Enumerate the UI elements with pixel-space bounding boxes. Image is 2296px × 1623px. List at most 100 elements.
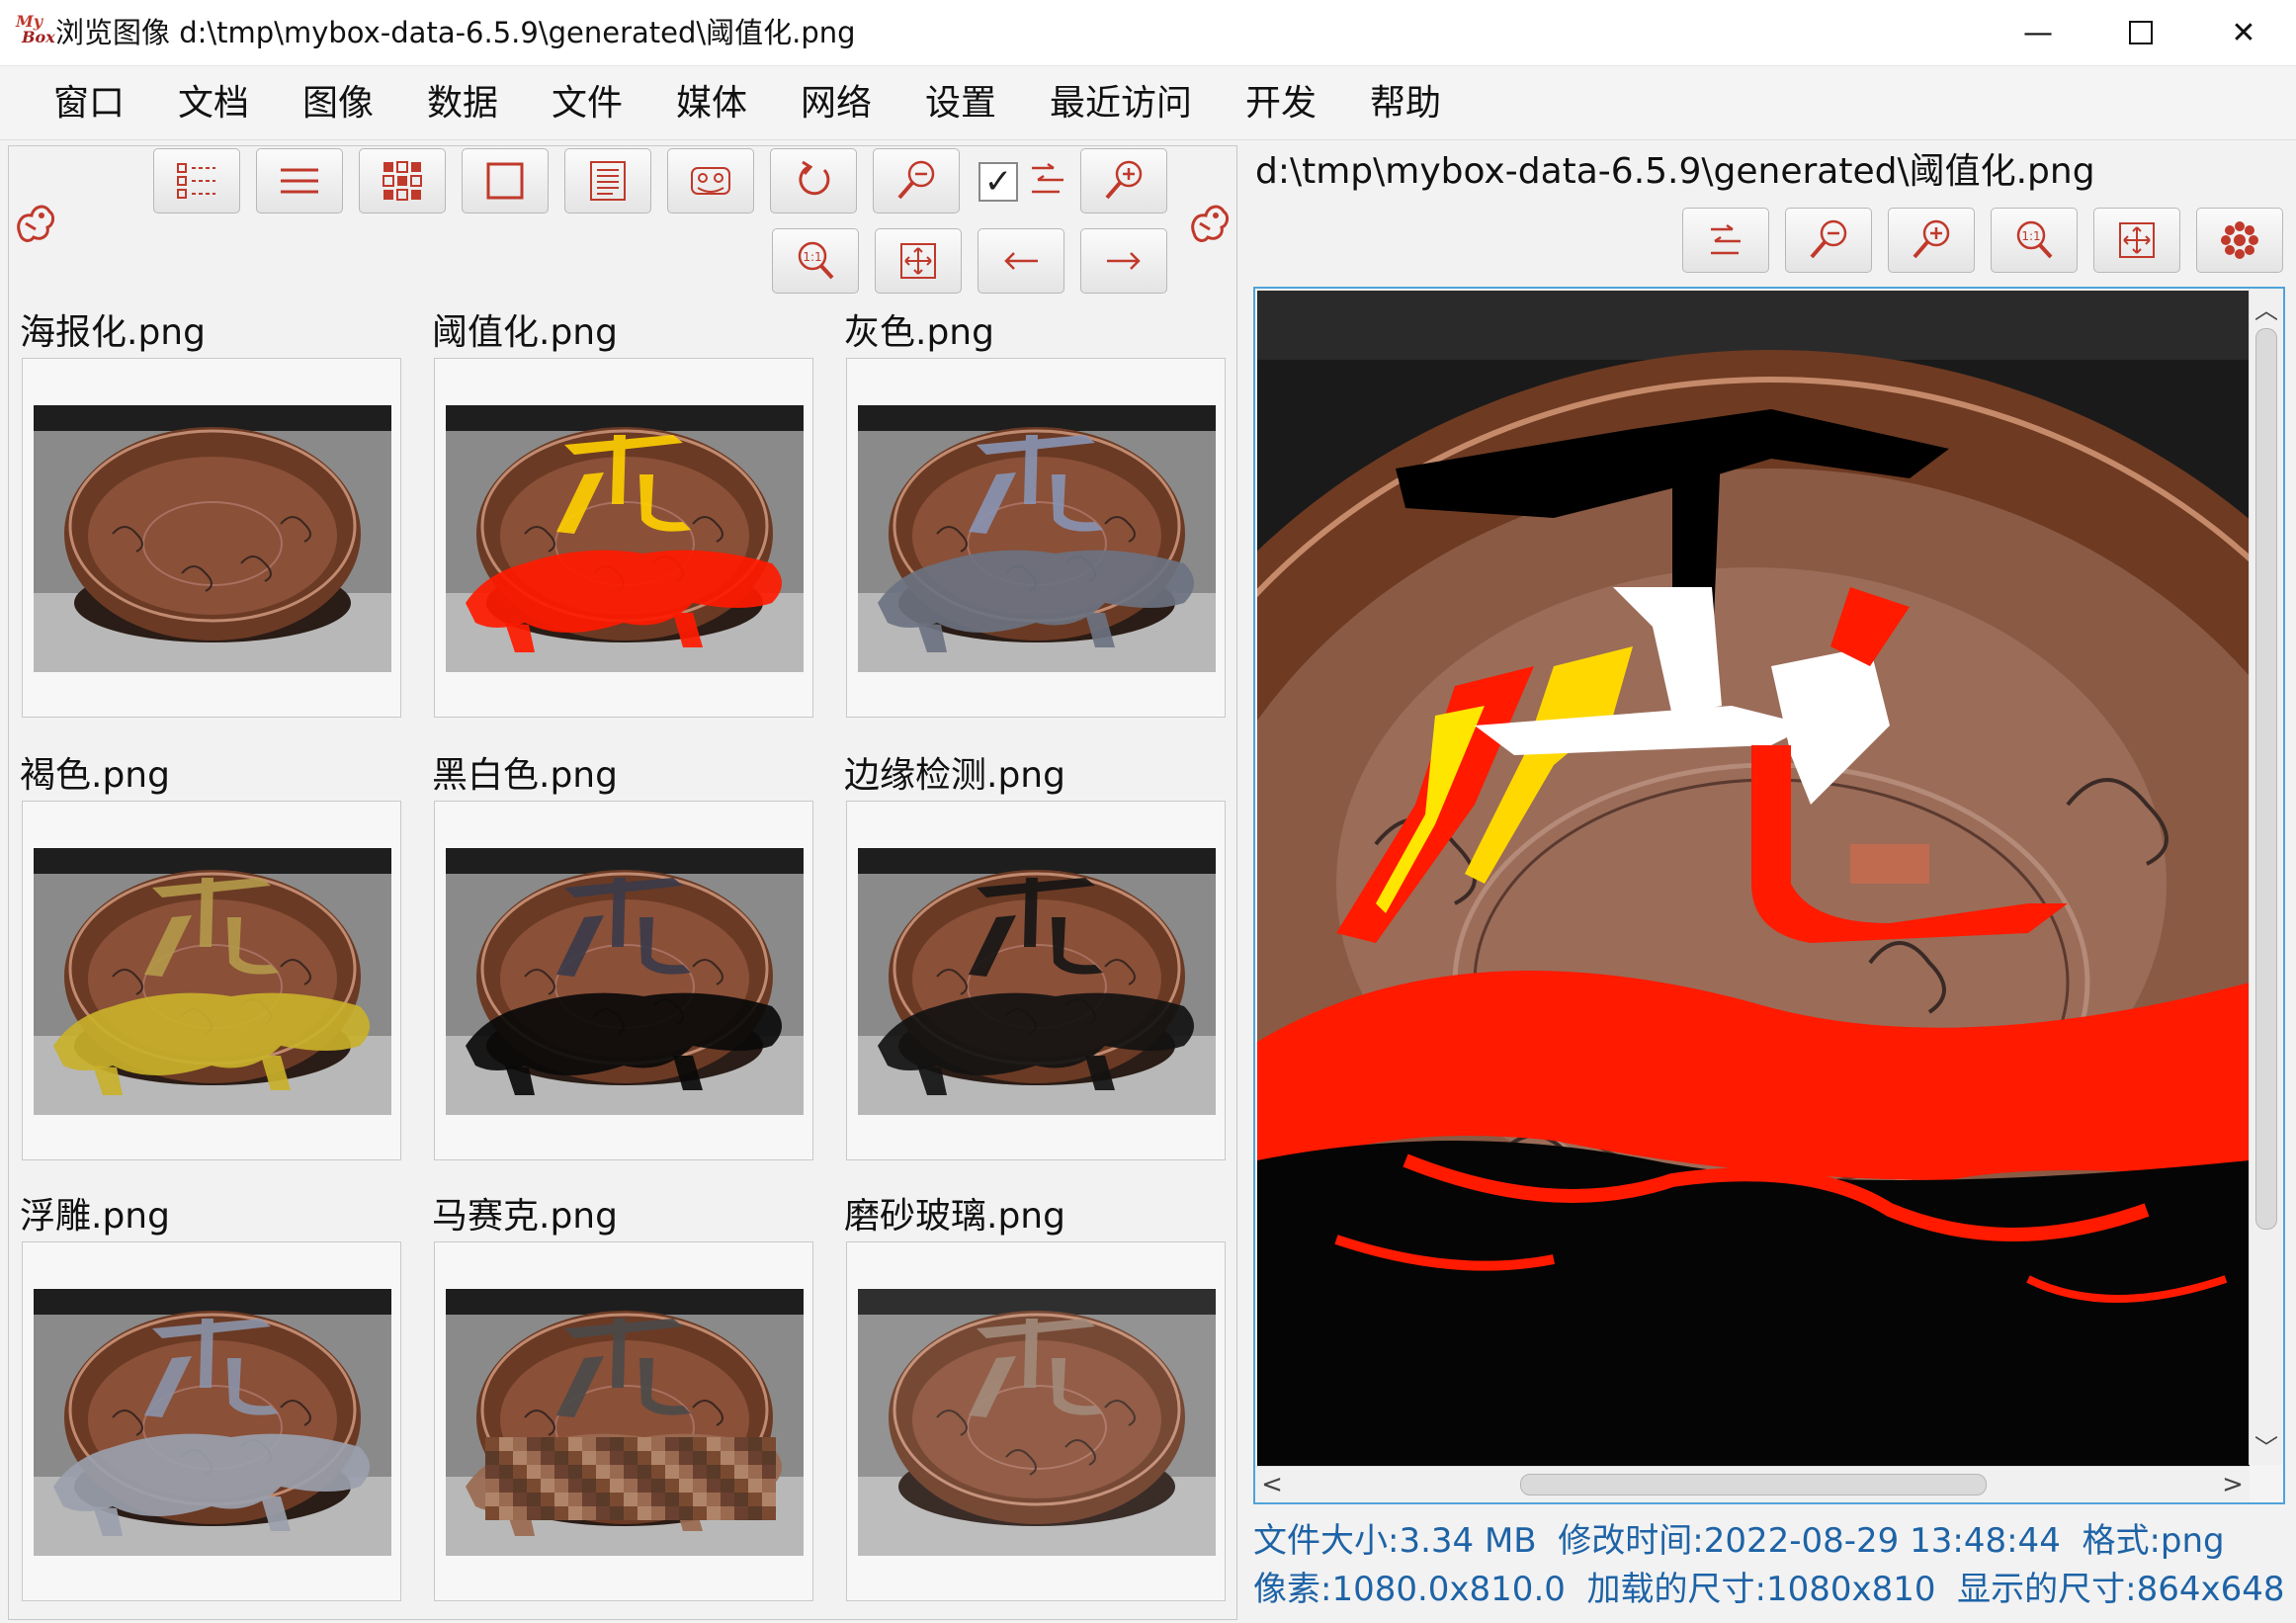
- sync-icon: [1024, 154, 1073, 204]
- scroll-up-icon[interactable]: ︿: [2250, 291, 2283, 325]
- thumbnail-image[interactable]: [858, 1289, 1216, 1556]
- vertical-scroll-thumb[interactable]: [2255, 328, 2277, 1230]
- mybox-cat-icon-right[interactable]: [1186, 194, 1233, 249]
- list-view-button[interactable]: [153, 148, 240, 214]
- zoom-out-button[interactable]: [873, 148, 960, 214]
- scroll-right-icon[interactable]: >: [2216, 1467, 2250, 1502]
- lines-icon: [281, 168, 318, 194]
- mybox-cat-icon[interactable]: [12, 194, 59, 249]
- actual-size-icon: 1:1: [2016, 220, 2053, 259]
- menu-image[interactable]: 图像: [302, 82, 374, 126]
- file-path: d:\tmp\mybox-data-6.5.9\generated\阈值化.pn…: [1255, 151, 2095, 192]
- thumbnail-label[interactable]: 灰色.png: [844, 311, 994, 355]
- list-detail-icon: [177, 163, 215, 199]
- main-image[interactable]: [1257, 291, 2250, 1467]
- title-bar: My Box 浏览图像 d:\tmp\mybox-data-6.5.9\gene…: [0, 0, 2296, 66]
- zoom-in-button[interactable]: [1080, 148, 1167, 214]
- menu-help[interactable]: 帮助: [1370, 82, 1441, 126]
- thumbnail-image[interactable]: [34, 1289, 391, 1556]
- thumbnail-card[interactable]: [846, 358, 1226, 718]
- pattern-button[interactable]: [667, 148, 754, 214]
- grid-icon: [383, 161, 422, 201]
- thumbnail-card[interactable]: [434, 801, 813, 1160]
- menu-recent[interactable]: 最近访问: [1050, 82, 1192, 126]
- thumbnail-image[interactable]: [858, 848, 1216, 1115]
- thumbnail-label[interactable]: 边缘检测.png: [844, 754, 1065, 798]
- thumbnail-label[interactable]: 黑白色.png: [432, 754, 618, 798]
- pixel-size: 像素:1080.0x810.0: [1253, 1570, 1566, 1609]
- thumbnail-card[interactable]: [846, 1241, 1226, 1601]
- svg-text:1:1: 1:1: [2021, 229, 2040, 243]
- thumbnail-card[interactable]: [22, 358, 401, 718]
- thumbnail-label[interactable]: 磨砂玻璃.png: [844, 1195, 1065, 1239]
- thumbnail-label[interactable]: 褐色.png: [20, 754, 170, 798]
- viewer-fit-window-button[interactable]: [2093, 208, 2180, 273]
- arrow-left-icon: [1004, 252, 1038, 270]
- close-button[interactable]: ✕: [2192, 0, 2295, 65]
- menu-settings[interactable]: 设置: [925, 82, 996, 126]
- menu-media[interactable]: 媒体: [676, 82, 747, 126]
- scroll-left-icon[interactable]: <: [1255, 1467, 1289, 1502]
- thumbnail-label[interactable]: 海报化.png: [20, 311, 206, 355]
- thumbnail-image[interactable]: [34, 405, 391, 672]
- file-format: 格式:png: [2082, 1521, 2225, 1561]
- rows-view-button[interactable]: [256, 148, 343, 214]
- status-line-2: 像素:1080.0x810.0 加载的尺寸:1080x810 显示的尺寸:864…: [1253, 1568, 2285, 1611]
- horizontal-scrollbar[interactable]: < >: [1255, 1466, 2250, 1502]
- maximize-button[interactable]: [2089, 0, 2192, 65]
- viewer-menu-button[interactable]: [1682, 208, 1769, 273]
- document-view-button[interactable]: [564, 148, 651, 214]
- menu-network[interactable]: 网络: [801, 82, 872, 126]
- menu-window[interactable]: 窗口: [53, 82, 125, 126]
- thumbnail-card[interactable]: [434, 358, 813, 718]
- vertical-scrollbar[interactable]: ︿ ﹀: [2249, 289, 2283, 1465]
- viewer-options-button[interactable]: [2196, 208, 2283, 273]
- arrow-right-icon: [1107, 252, 1141, 270]
- horizontal-scroll-thumb[interactable]: [1520, 1474, 1987, 1495]
- menu-bar: 窗口 文档 图像 数据 文件 媒体 网络 设置 最近访问 开发 帮助: [0, 66, 2296, 140]
- minimize-button[interactable]: —: [1987, 0, 2089, 65]
- thumbnail-card[interactable]: [22, 801, 401, 1160]
- fit-window-icon: [2119, 222, 2155, 258]
- menu-develop[interactable]: 开发: [1245, 82, 1317, 126]
- image-viewer[interactable]: ︿ ﹀ < >: [1253, 287, 2285, 1504]
- menu-data[interactable]: 数据: [427, 82, 498, 126]
- file-size: 文件大小:3.34 MB: [1253, 1521, 1537, 1561]
- sync-icon: [1711, 223, 1741, 255]
- rotate-button[interactable]: [770, 148, 857, 214]
- zoom-out-icon: [897, 160, 935, 200]
- rotate-icon: [799, 160, 830, 196]
- single-view-button[interactable]: [462, 148, 549, 214]
- fit-window-icon: [900, 243, 936, 279]
- thumbnail-card[interactable]: [434, 1241, 813, 1601]
- zoom-in-icon: [1105, 160, 1143, 200]
- scroll-down-icon[interactable]: ﹀: [2250, 1428, 2283, 1463]
- viewer-actual-size-button[interactable]: 1:1: [1991, 208, 2078, 273]
- menu-file[interactable]: 文件: [552, 82, 623, 126]
- viewer-zoom-out-button[interactable]: [1785, 208, 1872, 273]
- previous-button[interactable]: [978, 228, 1064, 294]
- thumbnail-label[interactable]: 阈值化.png: [432, 311, 618, 355]
- menu-document[interactable]: 文档: [178, 82, 249, 126]
- pattern-icon: [691, 167, 730, 195]
- thumbnail-image[interactable]: [446, 848, 804, 1115]
- document-icon: [590, 161, 626, 201]
- fit-window-button[interactable]: [875, 228, 962, 294]
- thumbnail-image[interactable]: [34, 848, 391, 1115]
- thumbnail-card[interactable]: [22, 1241, 401, 1601]
- flower-icon: [2221, 221, 2258, 259]
- actual-size-button[interactable]: 1:1: [772, 228, 859, 294]
- maximize-icon: [2129, 21, 2153, 44]
- thumbnail-card[interactable]: [846, 801, 1226, 1160]
- thumbnail-image[interactable]: [446, 1289, 804, 1556]
- thumbnail-image[interactable]: [858, 405, 1216, 672]
- thumbnail-label[interactable]: 浮雕.png: [20, 1195, 170, 1239]
- thumbnail-image[interactable]: [446, 405, 804, 672]
- sync-checkbox[interactable]: ✓: [978, 162, 1018, 202]
- display-size: 显示的尺寸:864x648: [1957, 1570, 2285, 1609]
- svg-text:1:1: 1:1: [803, 250, 821, 264]
- viewer-zoom-in-button[interactable]: [1888, 208, 1975, 273]
- grid-view-button[interactable]: [359, 148, 446, 214]
- thumbnail-label[interactable]: 马赛克.png: [432, 1195, 618, 1239]
- next-button[interactable]: [1080, 228, 1167, 294]
